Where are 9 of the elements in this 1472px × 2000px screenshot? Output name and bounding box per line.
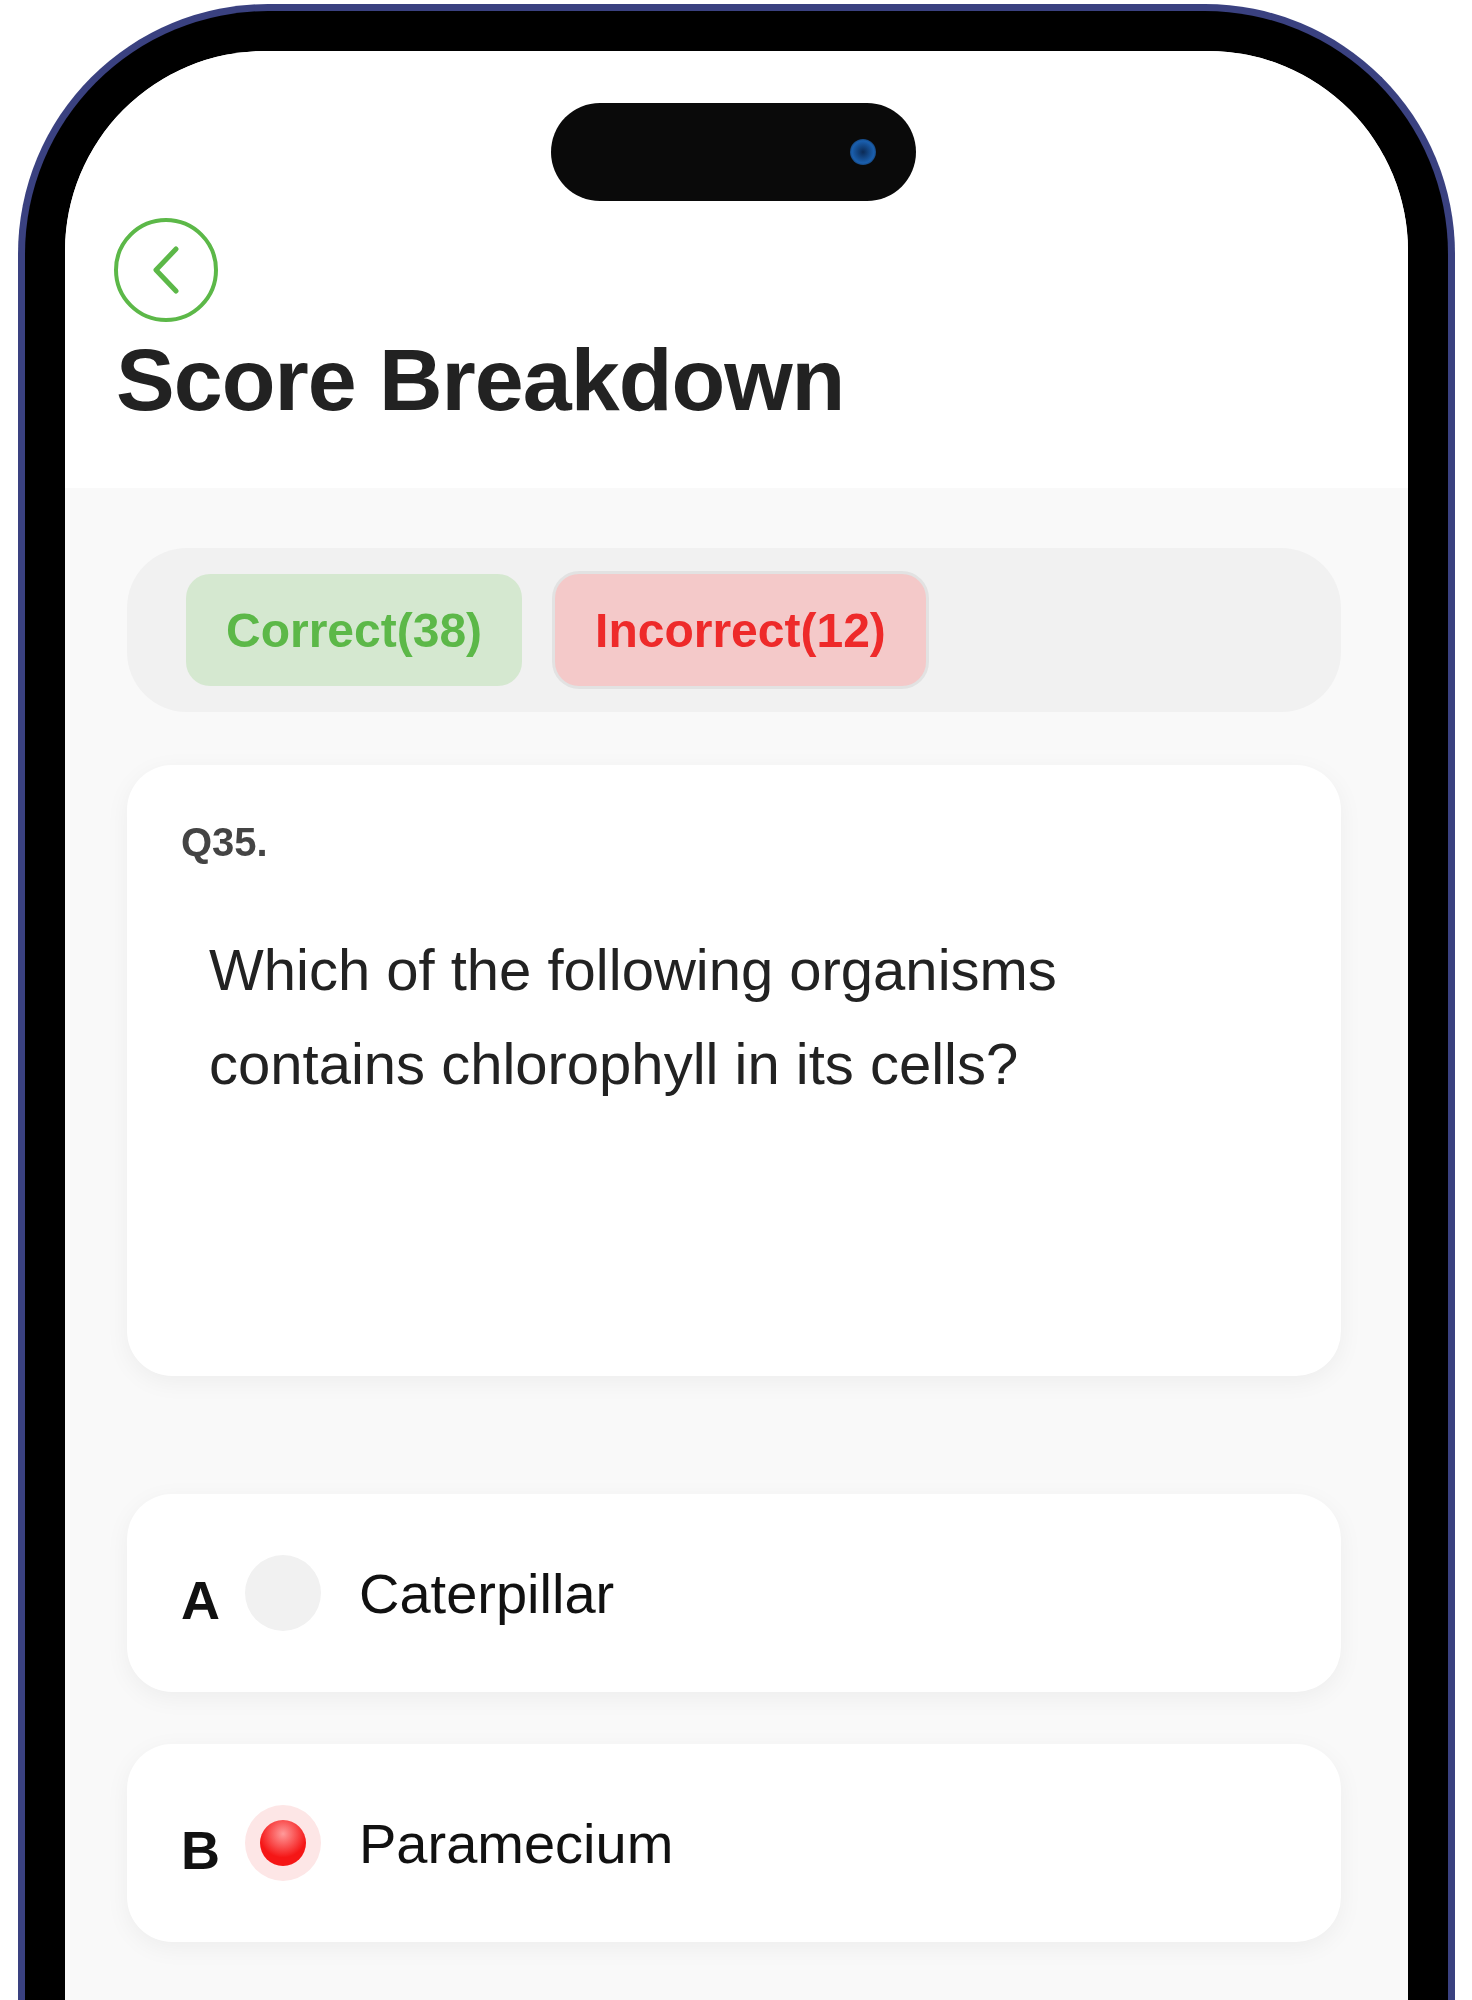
option-text: Caterpillar: [359, 1560, 615, 1626]
question-number: Q35.: [181, 820, 269, 865]
option-text: Paramecium: [359, 1810, 674, 1876]
answer-option[interactable]: A Caterpillar: [127, 1494, 1341, 1692]
answer-option[interactable]: B Paramecium: [127, 1744, 1341, 1942]
option-letter: A: [181, 1569, 221, 1631]
question-text: Which of the following organisms contains chlorophyll in its cells?: [209, 936, 1058, 1098]
page-title: Score Breakdown: [116, 330, 846, 430]
option-letter: B: [181, 1819, 221, 1881]
